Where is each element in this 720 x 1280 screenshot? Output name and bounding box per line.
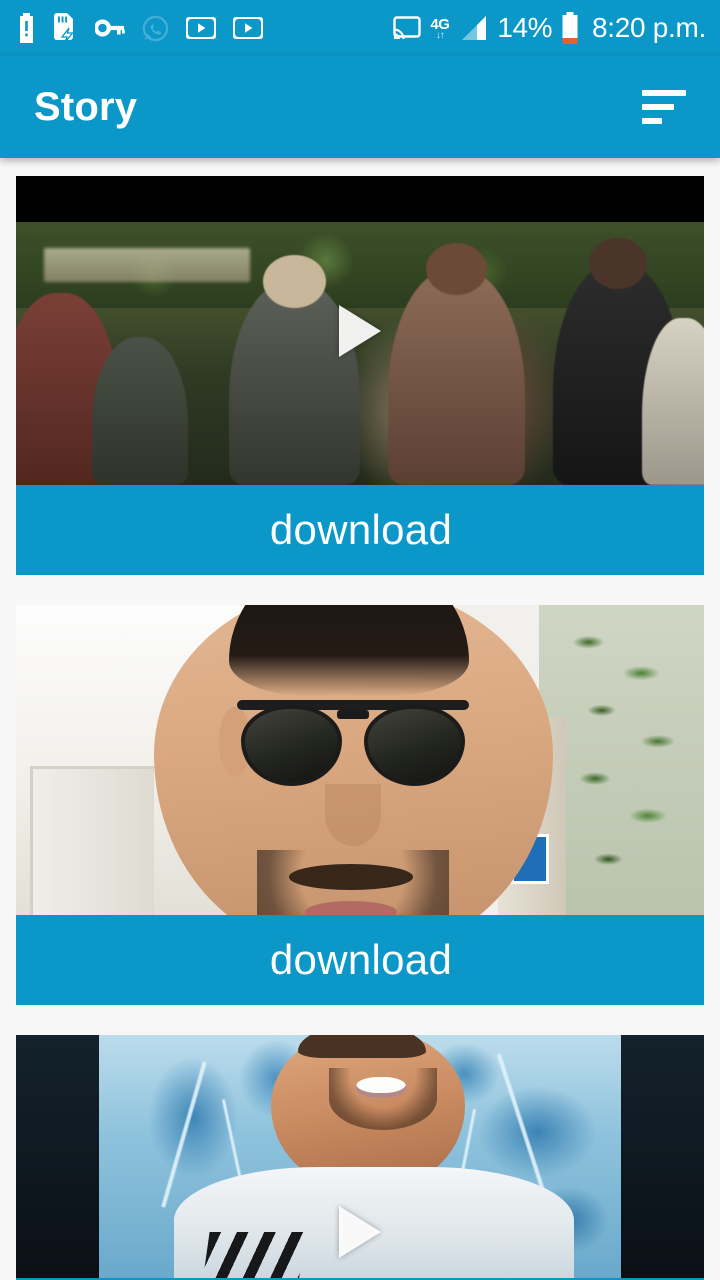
play-icon[interactable]	[339, 304, 381, 357]
battery-alert-icon	[18, 13, 35, 43]
story-thumbnail[interactable]	[16, 176, 704, 485]
list-item[interactable]: download	[16, 1035, 704, 1280]
signal-bars-icon	[458, 14, 488, 42]
youtube-icon	[186, 17, 216, 39]
sort-line-2	[642, 104, 674, 110]
app-bar: Story	[0, 56, 720, 158]
sort-line-3	[642, 118, 662, 124]
screen-cast-icon	[393, 15, 422, 41]
list-item[interactable]: download	[16, 605, 704, 1005]
status-bar-clock: 8:20 p.m.	[591, 12, 706, 43]
sort-icon[interactable]	[636, 79, 692, 135]
network-arrows: ↓↑	[435, 29, 445, 41]
list-item[interactable]: download	[16, 176, 704, 575]
youtube-icon-2	[233, 17, 263, 39]
download-button-label: download	[269, 506, 453, 553]
battery-percent-label: 14%	[497, 12, 552, 43]
play-icon[interactable]	[339, 1206, 381, 1258]
status-bar-right-icons: 4G ↓↑ 14% 8:20 p.m.	[393, 12, 706, 44]
whatsapp-icon	[142, 15, 169, 42]
story-thumbnail[interactable]	[16, 1035, 704, 1278]
status-bar-left-icons	[18, 13, 263, 43]
story-list[interactable]: download download	[0, 158, 720, 1280]
download-button[interactable]: download	[16, 485, 704, 575]
status-bar: 4G ↓↑ 14% 8:20 p.m.	[0, 0, 720, 56]
story-thumbnail[interactable]	[16, 605, 704, 915]
key-icon	[95, 17, 125, 39]
download-button-label: download	[269, 936, 453, 983]
battery-low-icon	[561, 12, 579, 44]
page-title: Story	[34, 84, 138, 129]
sort-line-1	[642, 90, 686, 96]
network-type-indicator: 4G ↓↑	[430, 17, 450, 41]
sd-card-icon	[52, 13, 78, 43]
thumbnail-artwork	[16, 605, 704, 915]
download-button[interactable]: download	[16, 915, 704, 1005]
